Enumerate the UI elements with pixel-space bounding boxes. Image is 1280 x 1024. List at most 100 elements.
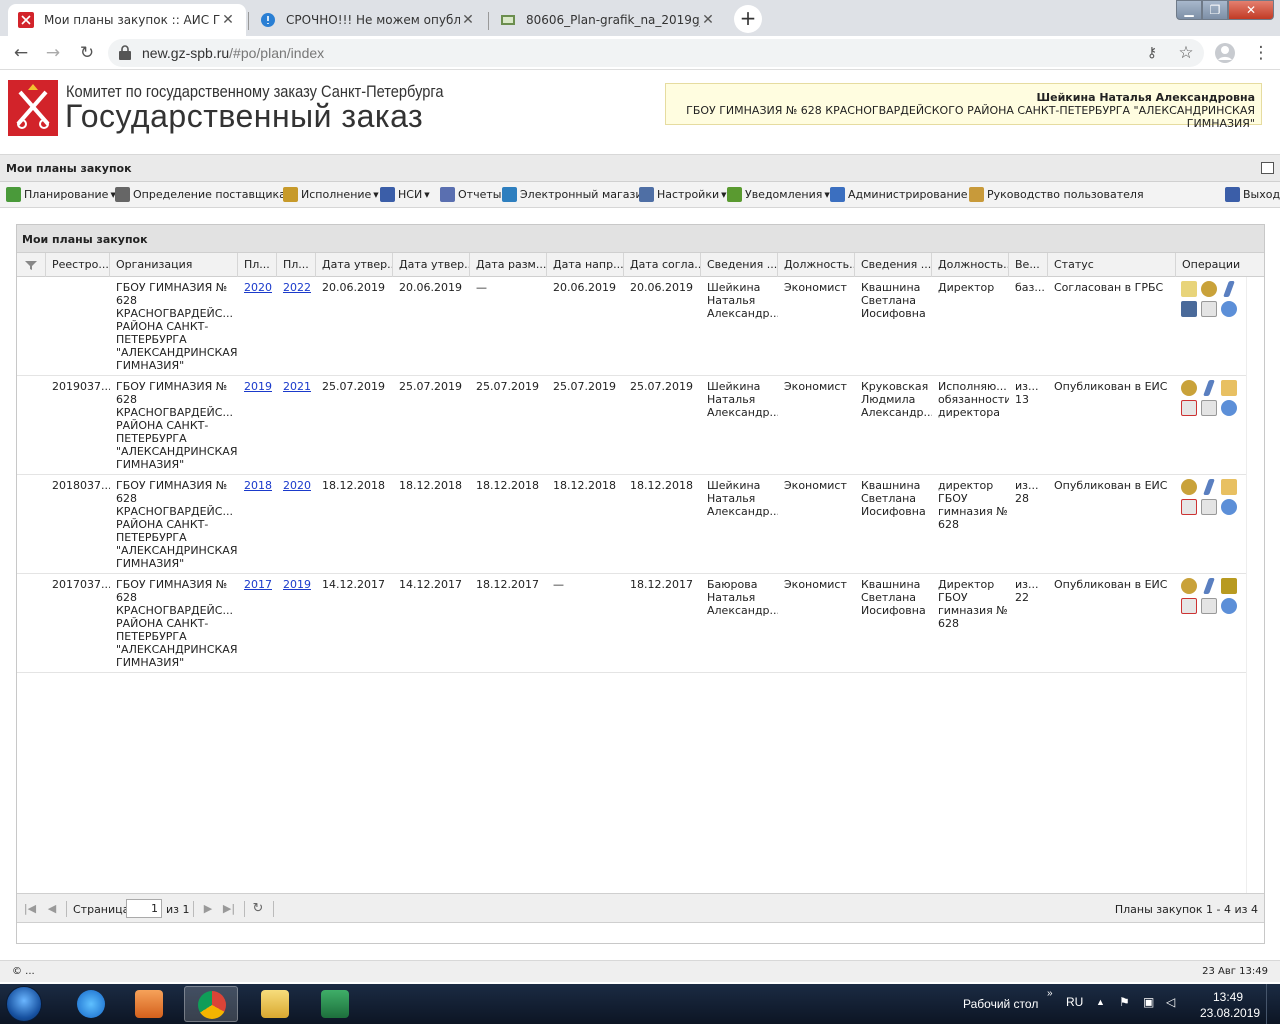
column-header[interactable]: Дата согла... [624, 253, 701, 277]
menu-item-admin[interactable]: Администрирование▼ [830, 187, 975, 202]
clock-time[interactable]: 13:49 [1213, 990, 1243, 1004]
column-header[interactable]: Дата утвер... [393, 253, 470, 277]
column-header[interactable]: Реестро... [46, 253, 110, 277]
logout-button[interactable]: Выход [1225, 187, 1280, 202]
tab-close-icon[interactable]: ✕ [460, 12, 476, 28]
page-icon[interactable] [1201, 499, 1217, 515]
menu-item-eshop[interactable]: Электронный магазин [502, 187, 650, 202]
menu-item-planning[interactable]: Планирование ▼ [6, 187, 116, 202]
column-header[interactable]: Дата разм... [470, 253, 547, 277]
info-icon[interactable] [1221, 301, 1237, 317]
bookmark-star-icon[interactable]: ☆ [1175, 42, 1197, 64]
column-header[interactable]: Должность... [778, 253, 855, 277]
language-indicator[interactable]: RU [1066, 995, 1083, 1009]
plan-year-end-link[interactable]: 2021 [277, 380, 316, 393]
coat-of-arms-icon[interactable] [1181, 380, 1197, 396]
page-number-input[interactable]: 1 [126, 899, 162, 918]
browser-tab[interactable]: СРОЧНО!!! Не можем опубликов ✕ [250, 4, 486, 36]
taskbar-ie[interactable] [64, 986, 118, 1022]
browser-tab[interactable]: 80606_Plan-grafik_na_2019g_ - Э ✕ [490, 4, 726, 36]
menu-item-execution[interactable]: Исполнение ▼ [283, 187, 379, 202]
column-header[interactable]: Пл... [277, 253, 316, 277]
pencil-icon[interactable] [1203, 578, 1215, 594]
tools-icon[interactable] [1181, 301, 1197, 317]
show-hidden-icons-icon[interactable]: ▲ [1096, 997, 1105, 1007]
coat-of-arms-icon[interactable] [1181, 479, 1197, 495]
menu-item-reports[interactable]: Отчеты [440, 187, 501, 202]
filter-icon[interactable] [17, 253, 46, 277]
plan-year-start-link[interactable]: 2017 [238, 578, 277, 591]
taskbar-excel[interactable] [308, 986, 362, 1022]
add-icon[interactable] [1181, 499, 1197, 515]
info-icon[interactable] [1221, 400, 1237, 416]
key-icon[interactable]: ⚷ [1141, 42, 1163, 64]
pencil-icon[interactable] [1223, 281, 1235, 297]
column-header[interactable]: Сведения ... [701, 253, 778, 277]
clock-date[interactable]: 23.08.2019 [1200, 1006, 1260, 1020]
plan-year-end-link[interactable]: 2022 [277, 281, 316, 294]
plan-year-start-link[interactable]: 2020 [238, 281, 277, 294]
flag-icon[interactable]: ⚑ [1119, 995, 1130, 1009]
publish-icon[interactable] [1221, 479, 1237, 495]
page-icon[interactable] [1201, 598, 1217, 614]
table-row[interactable]: 2019037... ГБОУ ГИМНАЗИЯ № 628 КРАСНОГВА… [17, 376, 1247, 475]
toolbar-expand-icon[interactable]: » [1047, 988, 1053, 999]
close-window-button[interactable]: ✕ [1228, 0, 1274, 20]
taskbar-explorer[interactable] [248, 986, 302, 1022]
info-icon[interactable] [1221, 499, 1237, 515]
menu-dots-icon[interactable]: ⋮ [1250, 42, 1272, 64]
browser-tab-active[interactable]: Мои планы закупок :: АИС ГЗ ✕ [8, 4, 246, 36]
menu-item-manual[interactable]: Руководство пользователя [969, 187, 1144, 202]
add-icon[interactable] [1181, 598, 1197, 614]
desktop-label[interactable]: Рабочий стол [963, 997, 1038, 1011]
plan-year-end-link[interactable]: 2020 [277, 479, 316, 492]
menu-item-supplier[interactable]: Определение поставщика▼ [115, 187, 293, 202]
minimize-window-button[interactable]: ▁ [1176, 0, 1202, 20]
column-header[interactable]: Статус [1048, 253, 1176, 277]
publish-icon[interactable] [1221, 380, 1237, 396]
forward-arrow-icon[interactable]: → [42, 42, 64, 64]
taskbar-chrome[interactable] [184, 986, 238, 1022]
network-icon[interactable]: ▣ [1143, 995, 1154, 1009]
table-row[interactable]: ГБОУ ГИМНАЗИЯ № 628 КРАСНОГВАРДЕЙС... РА… [17, 277, 1247, 376]
menu-item-notifications[interactable]: Уведомления ▼ [727, 187, 830, 202]
refresh-icon[interactable]: ↻ [251, 902, 265, 916]
new-tab-button[interactable]: + [734, 5, 762, 33]
menu-item-nsi[interactable]: НСИ ▼ [380, 187, 430, 202]
column-header[interactable]: Сведения ... [855, 253, 932, 277]
table-row[interactable]: 2018037... ГБОУ ГИМНАЗИЯ № 628 КРАСНОГВА… [17, 475, 1247, 574]
last-page-icon[interactable]: ▶| [222, 902, 236, 916]
column-header[interactable]: Пл... [238, 253, 277, 277]
coat-of-arms-icon[interactable] [1181, 578, 1197, 594]
show-desktop-button[interactable] [1266, 984, 1280, 1024]
info-icon[interactable] [1221, 598, 1237, 614]
next-page-icon[interactable]: ▶ [201, 902, 215, 916]
tab-close-icon[interactable]: ✕ [220, 12, 236, 28]
menu-item-settings[interactable]: Настройки ▼ [639, 187, 727, 202]
plan-year-end-link[interactable]: 2019 [277, 578, 316, 591]
taskbar-media[interactable] [122, 986, 176, 1022]
column-header[interactable]: Операции [1176, 253, 1264, 277]
scroll-icon[interactable] [1221, 578, 1237, 594]
coat-of-arms-icon[interactable] [1201, 281, 1217, 297]
vertical-scrollbar[interactable] [1246, 277, 1263, 893]
reload-icon[interactable]: ↻ [76, 42, 98, 64]
column-header[interactable]: Дата напр... [547, 253, 624, 277]
maximize-window-button[interactable]: ❐ [1202, 0, 1228, 20]
column-header[interactable]: Ве... [1009, 253, 1048, 277]
first-page-icon[interactable]: |◀ [23, 902, 37, 916]
document-edit-icon[interactable] [1181, 281, 1197, 297]
pencil-icon[interactable] [1203, 479, 1215, 495]
tab-close-icon[interactable]: ✕ [700, 12, 716, 28]
column-header[interactable]: Дата утвер... [316, 253, 393, 277]
table-row[interactable]: 2017037... ГБОУ ГИМНАЗИЯ № 628 КРАСНОГВА… [17, 574, 1247, 673]
page-icon[interactable] [1201, 301, 1217, 317]
profile-avatar-icon[interactable] [1214, 42, 1236, 64]
volume-icon[interactable]: ◁ [1166, 995, 1175, 1009]
plan-year-start-link[interactable]: 2019 [238, 380, 277, 393]
column-header[interactable]: Должность... [932, 253, 1009, 277]
column-header[interactable]: Организация [110, 253, 238, 277]
page-icon[interactable] [1201, 400, 1217, 416]
address-bar[interactable]: new.gz-spb.ru/#po/plan/index [108, 39, 1204, 67]
prev-page-icon[interactable]: ◀ [45, 902, 59, 916]
